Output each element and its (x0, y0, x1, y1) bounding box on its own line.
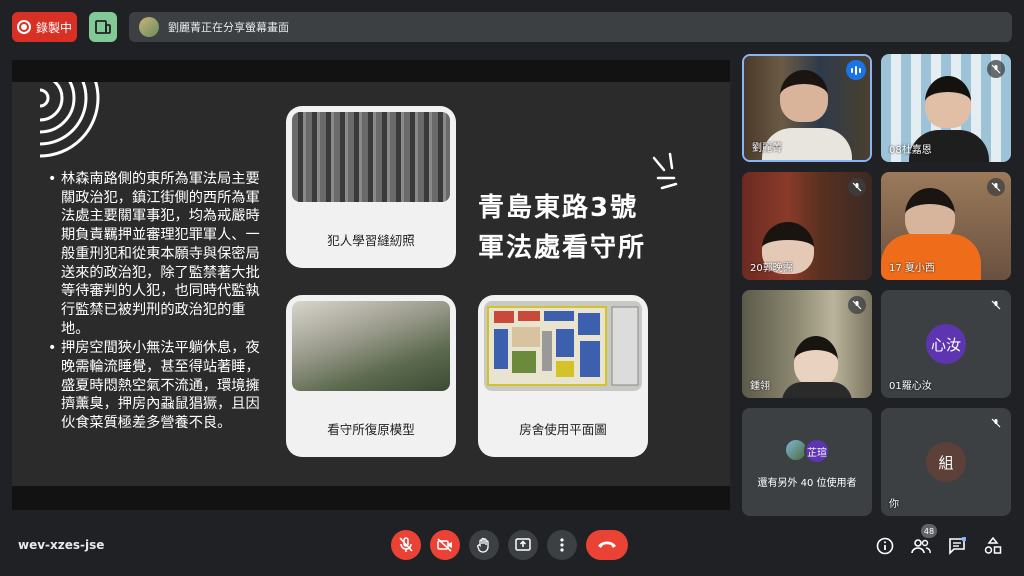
participant-name: 劉麗菁 (752, 143, 782, 154)
others-avatar: 芷瑄 (804, 438, 830, 464)
slide-title-line: 青島東路3號 (478, 193, 639, 223)
present-screen-icon (515, 538, 531, 551)
slide-bullet: 林森南路側的東所為軍法局主要關政治犯，鎮江街側的西所為軍法處主要關軍事犯，均為戒… (48, 170, 272, 338)
participant-tile[interactable]: 20郭晚霈 (742, 172, 872, 280)
mic-off-icon (987, 296, 1005, 314)
mic-off-icon (848, 178, 866, 196)
recording-label: 錄製中 (35, 20, 72, 35)
mic-off-icon (987, 414, 1005, 432)
mic-toggle-button[interactable] (391, 530, 421, 560)
people-icon (911, 539, 931, 554)
card-caption: 犯人學習縫紉照 (327, 232, 415, 248)
others-count-label: 還有另外 40 位使用者 (757, 478, 857, 489)
card-caption: 看守所復原模型 (327, 421, 415, 437)
participant-face (780, 70, 828, 122)
participant-face (794, 336, 838, 386)
layout-button[interactable] (89, 12, 117, 42)
meeting-info-button[interactable] (874, 535, 896, 557)
photo-card-model: 看守所復原模型 (286, 295, 456, 457)
participant-avatar: 心汝 (926, 324, 966, 364)
slide-title: 青島東路3號 軍法處看守所 (478, 188, 646, 268)
info-icon (876, 537, 894, 555)
more-options-button[interactable] (547, 530, 577, 560)
participant-name: 鍾翎 (750, 381, 770, 392)
present-button[interactable] (508, 530, 538, 560)
chat-icon (949, 537, 966, 555)
model-photo (292, 301, 450, 391)
floorplan-photo (484, 301, 642, 391)
slide-bullet: 押房空間狹小無法平躺休息，夜晚需輪流睡覺，甚至得站著睡，盛夏時悶熱空氣不流通，環… (48, 339, 272, 433)
speaking-indicator-icon (846, 60, 866, 80)
chat-button[interactable] (946, 535, 968, 557)
presenter-banner: 劉麗菁正在分享螢幕畫面 (129, 12, 1012, 42)
card-caption: 房舍使用平面圖 (519, 421, 607, 437)
others-tile[interactable]: 芷瑄 還有另外 40 位使用者 (742, 408, 872, 516)
people-count-badge: 48 (921, 524, 937, 538)
slide-bottom-bar (12, 486, 730, 510)
self-tile[interactable]: 組 你 (881, 408, 1011, 516)
shared-slide: 林森南路側的東所為軍法局主要關政治犯，鎮江街側的西所為軍法處主要關軍事犯，均為戒… (12, 82, 730, 486)
participant-name: 17 夏小西 (889, 263, 935, 274)
participant-body (782, 382, 852, 398)
photo-card-sewing: 犯人學習縫紉照 (286, 106, 456, 268)
decorative-sparks (652, 152, 678, 190)
photo-card-floorplan: 房舍使用平面圖 (478, 295, 648, 457)
activities-button[interactable] (982, 535, 1004, 557)
end-call-button[interactable] (586, 530, 628, 560)
mic-off-icon (848, 296, 866, 314)
participant-name: 20郭晚霈 (750, 263, 793, 274)
activities-icon (984, 537, 1002, 554)
recording-button[interactable]: 錄製中 (12, 12, 77, 42)
participant-name: 08杜嘉恩 (889, 145, 932, 156)
participant-tile[interactable]: 鍾翎 (742, 290, 872, 398)
participant-tile[interactable]: 心汝 01羅心汝 (881, 290, 1011, 398)
mic-off-icon (987, 178, 1005, 196)
meeting-code: wev-xzes-jse (18, 538, 105, 552)
presenter-text: 劉麗菁正在分享螢幕畫面 (168, 21, 289, 34)
participant-name: 01羅心汝 (889, 381, 932, 392)
participant-tile[interactable]: 17 夏小西 (881, 172, 1011, 280)
raise-hand-button[interactable] (469, 530, 499, 560)
layout-icon (95, 20, 111, 34)
presenter-avatar (139, 17, 159, 37)
hang-up-icon (598, 541, 616, 548)
camera-off-icon (437, 538, 452, 552)
mic-off-icon (399, 537, 413, 552)
slide-bullet-list: 林森南路側的東所為軍法局主要關政治犯，鎮江街側的西所為軍法處主要關軍事犯，均為戒… (48, 170, 272, 434)
more-vert-icon (560, 538, 564, 552)
mic-off-icon (987, 60, 1005, 78)
self-avatar: 組 (926, 442, 966, 482)
slide-title-line: 軍法處看守所 (478, 233, 647, 263)
hand-icon (477, 537, 489, 553)
sewing-photo (292, 112, 450, 202)
participant-tile[interactable]: 08杜嘉恩 (881, 54, 1011, 162)
floorplan-drawing (487, 306, 639, 386)
participant-face (925, 76, 971, 128)
people-button[interactable] (910, 535, 932, 557)
decorative-arcs (40, 82, 100, 158)
slide-top-bar (12, 60, 730, 82)
camera-toggle-button[interactable] (430, 530, 460, 560)
participant-name: 你 (889, 499, 899, 510)
record-icon (16, 20, 31, 34)
participant-tile[interactable]: 劉麗菁 (742, 54, 872, 162)
